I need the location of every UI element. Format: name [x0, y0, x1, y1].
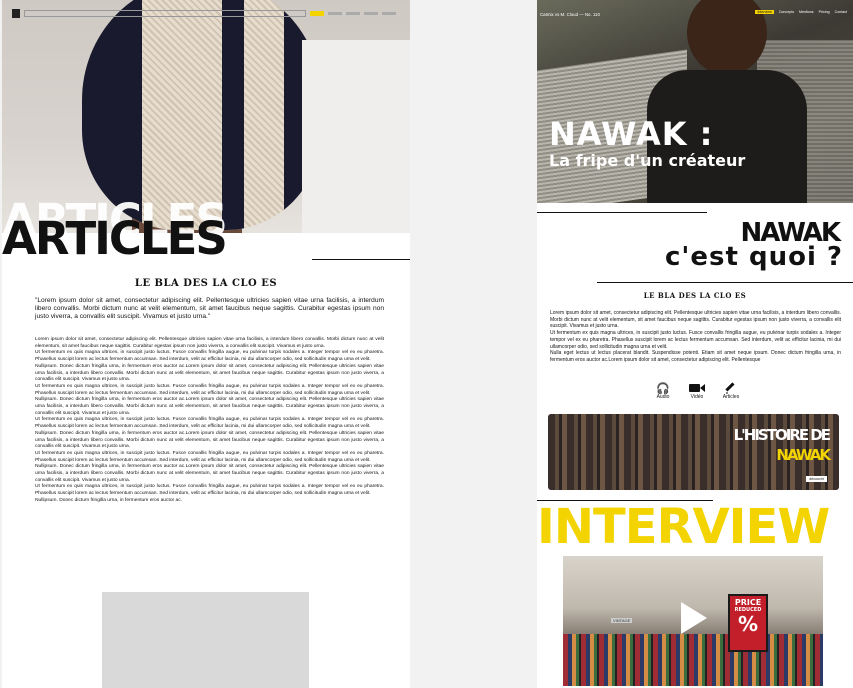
media-icons: 🎧 Audio Vidéo Articles: [652, 382, 742, 400]
video-camera-icon: [686, 382, 708, 394]
page-title: ARTICLES: [2, 212, 228, 265]
interview-video[interactable]: VINTAGE PRICE REDUCED %: [563, 556, 823, 686]
banner-title-line2: NAWAK: [776, 446, 831, 464]
video-link[interactable]: Vidéo: [686, 382, 708, 400]
nawak-page-panel: Catmix vs M. Cloud — No. 110 NAWAK : La …: [537, 0, 853, 688]
hero-title: NAWAK :: [549, 115, 714, 153]
top-nav: Interview Concepts Mentions Pricing Cont…: [755, 10, 847, 14]
paragraph: Ut fermentum ex quis magna ultrices, in …: [550, 330, 841, 350]
paragraph: Ut fermentum ex quis magna ultrices, in …: [35, 484, 384, 497]
section-title-line2: c'est quoi ?: [665, 242, 843, 272]
paragraph: Ut fermentum ex quis magna ultrices, in …: [35, 383, 384, 396]
nav-link[interactable]: Mentions: [799, 10, 814, 14]
divider: [537, 212, 707, 213]
paragraph: Nullipsum. Donec dictum fringilla urna, …: [35, 497, 183, 503]
paragraph: Nullipsum. Donec dictum fringilla urna, …: [35, 464, 384, 483]
articles-link[interactable]: Articles: [720, 382, 742, 400]
image-placeholder: [102, 592, 309, 688]
section-heading: LE BLA DES LA CLO ES: [643, 291, 747, 300]
nav-link[interactable]: [364, 11, 378, 15]
paragraph: Ut fermentum ex quis magna ultrices, in …: [35, 350, 384, 363]
audio-link[interactable]: 🎧 Audio: [652, 382, 674, 400]
paragraph: Ut fermentum ex quis magna ultrices, in …: [35, 450, 384, 463]
divider: [312, 259, 410, 260]
articles-page-panel: ARTICLES ARTICLES LE BLA DES LA CLO ES "…: [2, 0, 410, 688]
nav-active-tab[interactable]: Interview: [755, 10, 774, 14]
paragraph: Nullipsum. Donec dictum fringilla urna, …: [35, 397, 384, 416]
section-heading: LE BLA DES LA CLO ES: [134, 278, 278, 289]
nav-link[interactable]: Contact: [835, 10, 847, 14]
paragraph: Ut fermentum ex quis magna ultrices, in …: [35, 417, 384, 430]
paragraph: Lorem ipsum dolor sit amet, consectetur …: [550, 310, 841, 330]
paragraph: Nullipsum. Donec dictum fringilla urna, …: [35, 430, 384, 450]
banner-title-line1: L'HISTOIRE DE: [733, 426, 831, 444]
discover-button[interactable]: découvrir: [806, 476, 827, 482]
interview-title: INTERVIEW: [537, 499, 830, 555]
article-body: Lorem ipsum dolor sit amet, consectetur …: [550, 310, 841, 364]
nav-link[interactable]: [382, 11, 396, 15]
breadcrumb: Catmix vs M. Cloud — No. 110: [540, 12, 600, 17]
nav-bar: [24, 9, 306, 17]
history-banner[interactable]: L'HISTOIRE DE NAWAK découvrir: [548, 414, 839, 490]
icon-label: Articles: [722, 394, 740, 400]
nav-link[interactable]: [328, 11, 342, 15]
hero-image: Catmix vs M. Cloud — No. 110 NAWAK : La …: [537, 0, 853, 203]
shop-sign: VINTAGE: [611, 618, 633, 623]
article-body: Lorem ipsum dolor sit amet, consectetur …: [35, 337, 384, 505]
paragraph: Lorem ipsum dolor sit amet, consectetur …: [35, 337, 384, 349]
play-icon[interactable]: [679, 600, 709, 641]
pull-quote: "Lorem ipsum dolor sit amet, consectetur…: [35, 297, 384, 320]
nav-link[interactable]: Pricing: [819, 10, 830, 14]
headphones-icon: 🎧: [656, 383, 670, 395]
paragraph: Nullipsum. Donec dictum fringilla urna, …: [35, 363, 384, 383]
paragraph: Nulla eget lectus ut lectus placerat bla…: [550, 350, 841, 363]
pencil-icon: [720, 382, 742, 394]
nav-link[interactable]: Concepts: [779, 10, 794, 14]
price-reduced-sign: PRICE REDUCED %: [728, 594, 768, 652]
top-nav: [12, 8, 396, 18]
nav-active-tab[interactable]: [310, 10, 324, 16]
icon-label: Vidéo: [690, 394, 704, 400]
divider: [597, 282, 853, 283]
logo-icon[interactable]: [12, 8, 20, 18]
nav-link[interactable]: [346, 11, 360, 15]
hero-subtitle: La fripe d'un créateur: [549, 151, 746, 170]
